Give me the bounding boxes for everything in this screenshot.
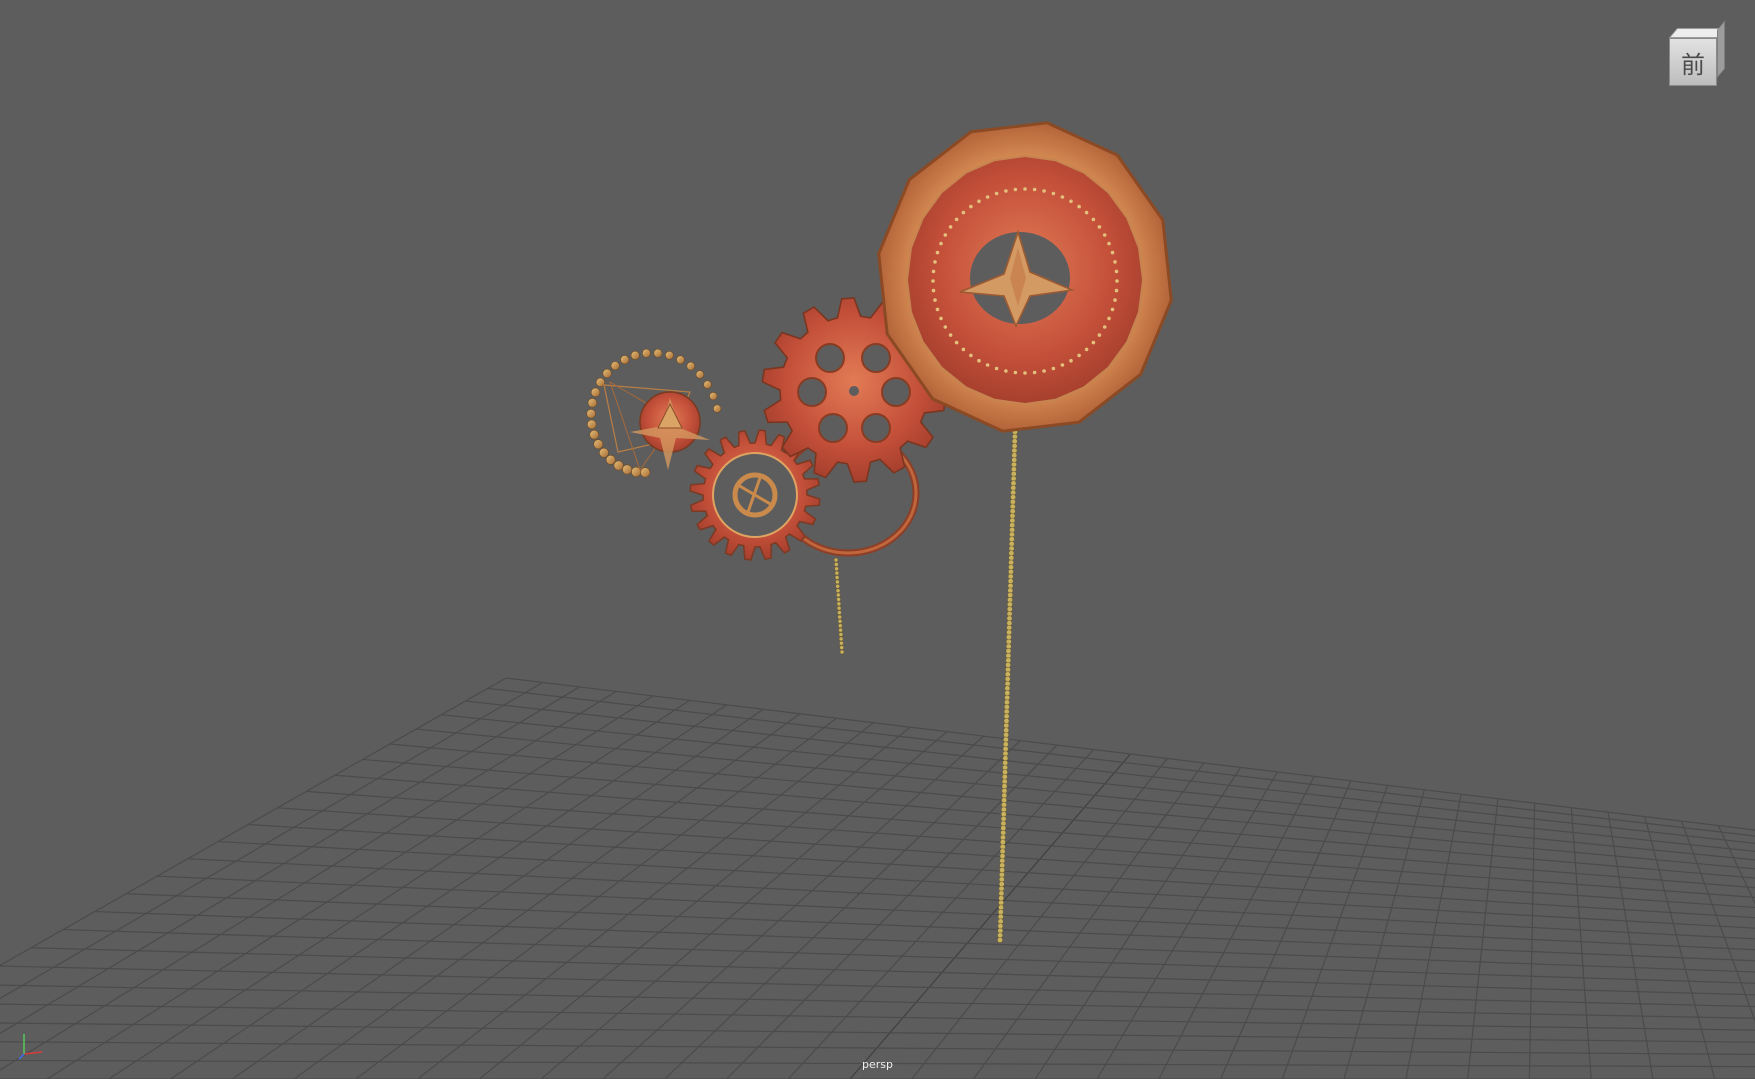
view-cube-side-face[interactable]: [1717, 20, 1725, 78]
view-cube[interactable]: 前: [1665, 20, 1727, 92]
dodecagon-clock-face[interactable]: [877, 121, 1173, 433]
small-bead-spiral[interactable]: [586, 348, 722, 478]
ground-grid: [0, 677, 1755, 1079]
bead-chain-long[interactable]: [997, 429, 1018, 943]
axis-gizmo-icon: [18, 1034, 43, 1060]
view-cube-front-face[interactable]: 前: [1669, 38, 1717, 86]
bead-chain-short[interactable]: [833, 557, 845, 655]
scene-canvas[interactable]: [0, 0, 1755, 1079]
3d-viewport[interactable]: 前 persp: [0, 0, 1755, 1079]
camera-label: persp: [862, 1058, 893, 1071]
